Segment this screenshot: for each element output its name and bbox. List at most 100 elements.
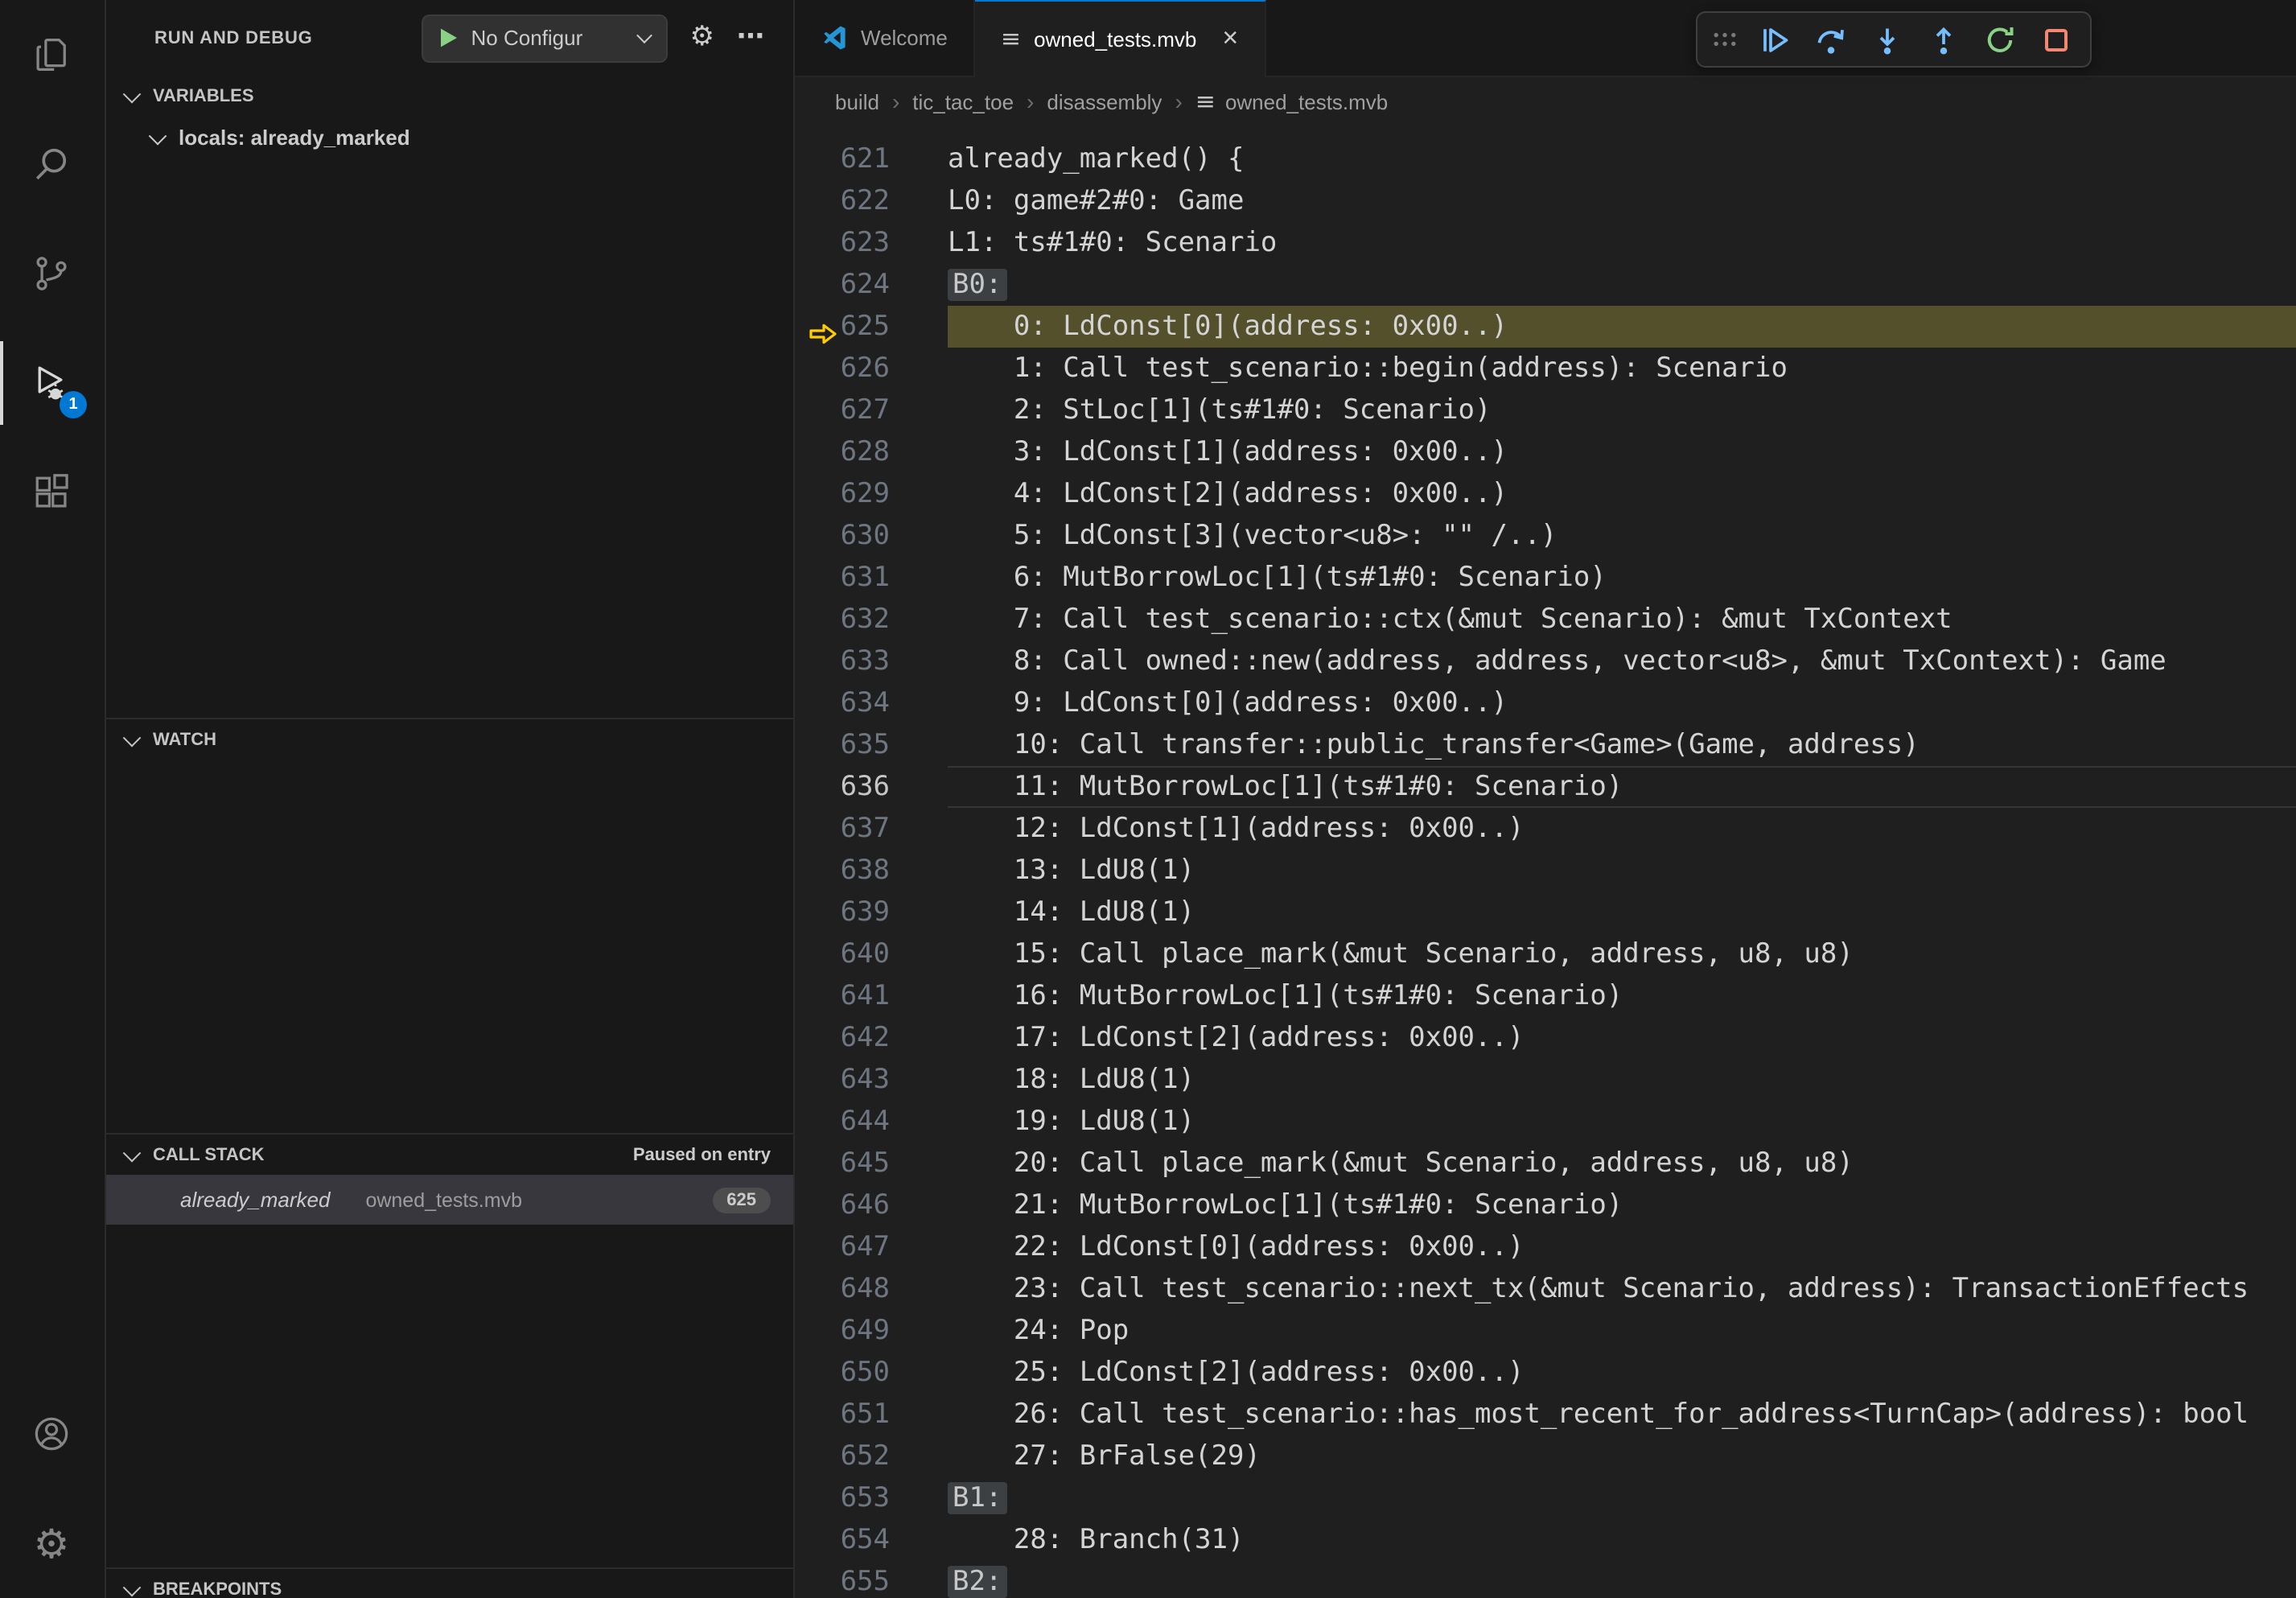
line-gutter[interactable]: 649 <box>795 1310 948 1352</box>
explorer-icon[interactable] <box>0 0 103 109</box>
line-gutter[interactable]: 627 <box>795 389 948 431</box>
line-text[interactable]: L1: ts#1#0: Scenario <box>948 222 2296 264</box>
line-gutter[interactable]: 646 <box>795 1184 948 1226</box>
line-text[interactable]: 21: MutBorrowLoc[1](ts#1#0: Scenario) <box>948 1184 2296 1226</box>
tab-owned-tests[interactable]: ≡ owned_tests.mvb × <box>975 0 1265 76</box>
continue-button[interactable] <box>1746 14 1802 64</box>
line-text[interactable]: B1: <box>948 1477 2296 1519</box>
line-text[interactable]: 25: LdConst[2](address: 0x00..) <box>948 1352 2296 1394</box>
line-gutter[interactable]: 623 <box>795 222 948 264</box>
call-stack-section-header[interactable]: CALL STACK Paused on entry <box>106 1135 793 1175</box>
stop-button[interactable] <box>2027 14 2084 64</box>
line-gutter[interactable]: 631 <box>795 557 948 599</box>
line-gutter[interactable]: 636 <box>795 766 948 808</box>
line-text[interactable]: 13: LdU8(1) <box>948 850 2296 892</box>
line-gutter[interactable]: 643 <box>795 1059 948 1101</box>
line-gutter[interactable]: 645 <box>795 1143 948 1184</box>
line-text[interactable]: already_marked() { <box>948 138 2296 180</box>
code-editor[interactable]: 621already_marked() {622L0: game#2#0: Ga… <box>795 126 2296 1598</box>
line-gutter[interactable]: 637 <box>795 808 948 850</box>
breadcrumb-item-file[interactable]: ≡ owned_tests.mvb <box>1195 89 1389 113</box>
breadcrumb-item[interactable]: tic_tac_toe <box>912 89 1014 113</box>
line-gutter[interactable]: 628 <box>795 431 948 473</box>
line-text[interactable]: 16: MutBorrowLoc[1](ts#1#0: Scenario) <box>948 975 2296 1017</box>
line-gutter[interactable]: 647 <box>795 1226 948 1268</box>
variables-locals-row[interactable]: locals: already_marked <box>106 116 793 159</box>
search-icon[interactable] <box>0 109 103 219</box>
account-icon[interactable] <box>0 1379 103 1489</box>
line-gutter[interactable]: 653 <box>795 1477 948 1519</box>
close-tab-icon[interactable]: × <box>1222 23 1238 55</box>
line-text[interactable]: 0: LdConst[0](address: 0x00..) <box>948 306 2296 348</box>
line-text[interactable]: 1: Call test_scenario::begin(address): S… <box>948 348 2296 389</box>
line-gutter[interactable]: 648 <box>795 1268 948 1310</box>
step-into-button[interactable] <box>1858 14 1915 64</box>
call-stack-frame-row[interactable]: already_marked owned_tests.mvb 625 <box>106 1175 793 1225</box>
line-text[interactable]: 26: Call test_scenario::has_most_recent_… <box>948 1394 2296 1435</box>
line-text[interactable]: 24: Pop <box>948 1310 2296 1352</box>
line-gutter[interactable]: 634 <box>795 682 948 724</box>
line-text[interactable]: L0: game#2#0: Game <box>948 180 2296 222</box>
line-gutter[interactable]: 622 <box>795 180 948 222</box>
line-gutter[interactable]: 626 <box>795 348 948 389</box>
line-gutter[interactable]: 625 <box>795 306 948 348</box>
line-text[interactable]: 17: LdConst[2](address: 0x00..) <box>948 1017 2296 1059</box>
line-gutter[interactable]: 655 <box>795 1561 948 1598</box>
step-over-button[interactable] <box>1802 14 1858 64</box>
source-control-icon[interactable] <box>0 219 103 328</box>
line-gutter[interactable]: 630 <box>795 515 948 557</box>
line-text[interactable]: 3: LdConst[1](address: 0x00..) <box>948 431 2296 473</box>
tab-welcome[interactable]: Welcome <box>795 0 975 76</box>
line-text[interactable]: 11: MutBorrowLoc[1](ts#1#0: Scenario) <box>948 766 2296 808</box>
line-gutter[interactable]: 632 <box>795 599 948 640</box>
line-gutter[interactable]: 642 <box>795 1017 948 1059</box>
more-actions-icon[interactable]: ⋯ <box>737 24 764 51</box>
line-text[interactable]: 22: LdConst[0](address: 0x00..) <box>948 1226 2296 1268</box>
line-text[interactable]: 2: StLoc[1](ts#1#0: Scenario) <box>948 389 2296 431</box>
line-gutter[interactable]: 650 <box>795 1352 948 1394</box>
line-text[interactable]: B0: <box>948 264 2296 306</box>
line-text[interactable]: 5: LdConst[3](vector<u8>: "" /..) <box>948 515 2296 557</box>
line-text[interactable]: 8: Call owned::new(address, address, vec… <box>948 640 2296 682</box>
line-text[interactable]: 6: MutBorrowLoc[1](ts#1#0: Scenario) <box>948 557 2296 599</box>
line-gutter[interactable]: 639 <box>795 892 948 933</box>
line-gutter[interactable]: 633 <box>795 640 948 682</box>
line-gutter[interactable]: 654 <box>795 1519 948 1561</box>
line-gutter[interactable]: 624 <box>795 264 948 306</box>
line-text[interactable]: 10: Call transfer::public_transfer<Game>… <box>948 724 2296 766</box>
line-gutter[interactable]: 640 <box>795 933 948 975</box>
line-text[interactable]: 4: LdConst[2](address: 0x00..) <box>948 473 2296 515</box>
breadcrumb-item[interactable]: build <box>835 89 879 113</box>
debug-settings-gear-icon[interactable]: ⚙ <box>690 24 715 51</box>
line-text[interactable]: 14: LdU8(1) <box>948 892 2296 933</box>
line-text[interactable]: 15: Call place_mark(&mut Scenario, addre… <box>948 933 2296 975</box>
line-gutter[interactable]: 652 <box>795 1435 948 1477</box>
extensions-icon[interactable] <box>0 438 103 547</box>
watch-section-header[interactable]: WATCH <box>106 719 793 760</box>
breadcrumb-item[interactable]: disassembly <box>1047 89 1162 113</box>
line-gutter[interactable]: 629 <box>795 473 948 515</box>
line-text[interactable]: 9: LdConst[0](address: 0x00..) <box>948 682 2296 724</box>
line-gutter[interactable]: 621 <box>795 138 948 180</box>
breakpoints-section-header[interactable]: BREAKPOINTS <box>106 1569 793 1598</box>
line-gutter[interactable]: 638 <box>795 850 948 892</box>
line-text[interactable]: 27: BrFalse(29) <box>948 1435 2296 1477</box>
settings-gear-icon[interactable]: ⚙ <box>0 1489 103 1598</box>
line-text[interactable]: 18: LdU8(1) <box>948 1059 2296 1101</box>
line-text[interactable]: 12: LdConst[1](address: 0x00..) <box>948 808 2296 850</box>
line-gutter[interactable]: 635 <box>795 724 948 766</box>
restart-button[interactable] <box>1971 14 2027 64</box>
line-text[interactable]: B2: <box>948 1561 2296 1598</box>
run-and-debug-icon[interactable]: 1 <box>0 328 103 438</box>
line-text[interactable]: 23: Call test_scenario::next_tx(&mut Sce… <box>948 1268 2296 1310</box>
line-gutter[interactable]: 651 <box>795 1394 948 1435</box>
line-text[interactable]: 7: Call test_scenario::ctx(&mut Scenario… <box>948 599 2296 640</box>
start-debug-icon[interactable] <box>439 27 459 48</box>
line-gutter[interactable]: 641 <box>795 975 948 1017</box>
debug-config-dropdown[interactable]: No Configur <box>422 14 668 62</box>
step-out-button[interactable] <box>1915 14 1971 64</box>
drag-handle-icon[interactable] <box>1704 14 1746 64</box>
line-text[interactable]: 19: LdU8(1) <box>948 1101 2296 1143</box>
line-gutter[interactable]: 644 <box>795 1101 948 1143</box>
line-text[interactable]: 20: Call place_mark(&mut Scenario, addre… <box>948 1143 2296 1184</box>
